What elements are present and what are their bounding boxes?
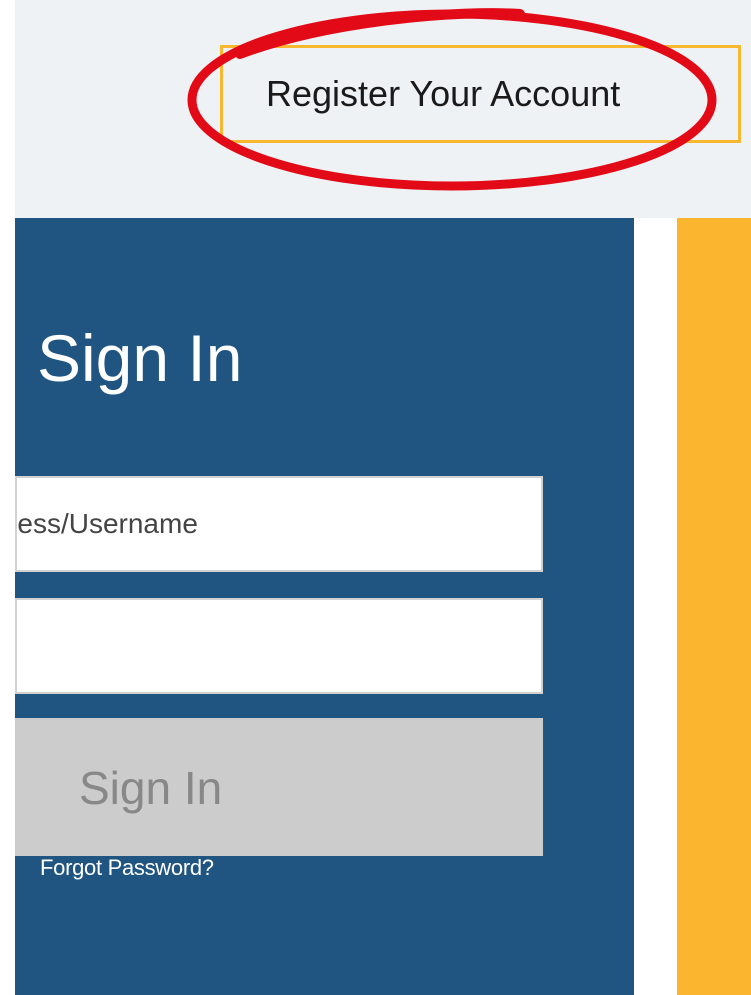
left-edge-strip [0, 0, 15, 995]
signin-panel: Sign In Sign In Forgot Password? [15, 218, 634, 995]
password-input[interactable] [15, 598, 543, 694]
forgot-password-link[interactable]: Forgot Password? [40, 854, 214, 882]
username-input[interactable] [15, 476, 543, 572]
accent-panel [677, 218, 751, 995]
signin-button[interactable]: Sign In [15, 718, 543, 856]
register-account-link[interactable]: Register Your Account [220, 45, 741, 143]
panel-gap [634, 218, 677, 995]
signin-heading: Sign In [37, 321, 243, 395]
